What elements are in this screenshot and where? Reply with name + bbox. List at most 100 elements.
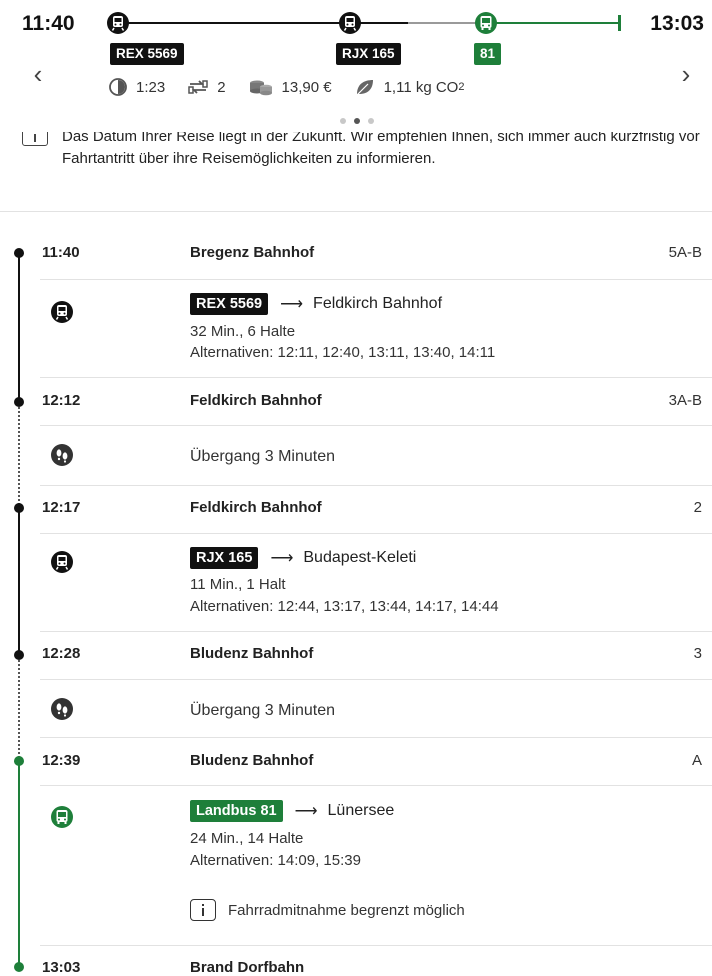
- timeline-line-rex: [18, 255, 20, 401]
- leg-row[interactable]: Landbus 81 ⟶ Lünersee 24 Min., 14 Halte …: [40, 786, 712, 946]
- coins-icon: [249, 80, 272, 96]
- journey-summary-header: 11:40 13:03 REX 5569 RJX 165 81 ‹ › 1:23…: [0, 0, 712, 132]
- stop-name: Feldkirch Bahnhof: [190, 392, 322, 409]
- route-segment-bus: [496, 22, 620, 24]
- transfer-row: Übergang 3 Minuten: [40, 426, 712, 486]
- stop-name: Feldkirch Bahnhof: [190, 499, 322, 516]
- stop-name: Bludenz Bahnhof: [190, 752, 314, 769]
- leg-badge[interactable]: RJX 165: [190, 547, 259, 569]
- co2-stat: 1,11 kg CO 2: [354, 77, 465, 97]
- leg-destination: Lünersee: [327, 802, 395, 819]
- leg-badge-rjx: RJX 165: [336, 43, 401, 65]
- leg-summary: 24 Min., 14 Halte: [190, 830, 304, 847]
- timeline-node: [14, 962, 24, 972]
- stop-name: Bregenz Bahnhof: [190, 244, 315, 261]
- bus-icon: [51, 806, 73, 828]
- timeline-line-bus: [18, 761, 20, 966]
- stop-row[interactable]: 12:17 Feldkirch Bahnhof 2: [40, 486, 712, 534]
- journey-stats: 1:23 2 13,90 € 1,11 kg CO 2: [108, 77, 486, 97]
- arrival-time: 13:03: [650, 12, 704, 35]
- stop-time: 12:28: [42, 645, 81, 662]
- stop-row[interactable]: 12:12 Feldkirch Bahnhof 3A-B: [40, 378, 712, 426]
- stop-platform: 3: [693, 645, 702, 662]
- price-value: 13,90 €: [281, 78, 332, 96]
- price-stat: 13,90 €: [248, 77, 332, 97]
- timeline-line-rjx: [18, 508, 20, 654]
- leg-alternatives: Alternativen: 12:11, 12:40, 13:11, 13:40…: [190, 344, 496, 361]
- stop-time: 12:39: [42, 752, 81, 769]
- direction-arrow: ⟶: [294, 803, 318, 820]
- bus-icon: [475, 12, 497, 34]
- direction-arrow: ⟶: [280, 296, 304, 313]
- pagination-dot[interactable]: [368, 118, 374, 124]
- leg-alternatives: Alternativen: 14:09, 15:39: [190, 852, 361, 869]
- departure-time: 11:40: [22, 12, 75, 35]
- pagination-dot-active[interactable]: [354, 118, 360, 124]
- stop-name: Brand Dorfbahn: [190, 959, 305, 976]
- carousel-pagination: [340, 118, 382, 124]
- route-end-marker: [618, 15, 621, 31]
- stop-row[interactable]: 12:28 Bludenz Bahnhof 3: [40, 632, 712, 680]
- train-icon: [51, 551, 73, 573]
- leg-alternatives: Alternativen: 12:44, 13:17, 13:44, 14:17…: [190, 598, 499, 615]
- leg-summary: 32 Min., 6 Halte: [190, 323, 296, 340]
- timeline-node: [14, 650, 24, 660]
- route-segment-transfer: [408, 22, 476, 24]
- leg-header: REX 5569 ⟶ Feldkirch Bahnhof: [190, 293, 442, 315]
- transfer-row: Übergang 3 Minuten: [40, 680, 712, 738]
- direction-arrow: ⟶: [270, 550, 294, 567]
- stop-platform: 2: [693, 499, 702, 516]
- info-icon: [190, 899, 216, 921]
- bike-notice: Fahrradmitnahme begrenzt möglich: [190, 899, 465, 921]
- leg-row[interactable]: RJX 165 ⟶ Budapest-Keleti 11 Min., 1 Hal…: [40, 534, 712, 632]
- stop-time: 12:12: [42, 392, 81, 409]
- stop-platform: 5A-B: [668, 244, 702, 261]
- train-icon: [51, 301, 73, 323]
- walking-icon: [51, 444, 73, 466]
- stop-platform: A: [691, 752, 702, 769]
- leg-header: RJX 165 ⟶ Budapest-Keleti: [190, 547, 416, 569]
- previous-connection-button[interactable]: ‹: [26, 60, 50, 88]
- stop-time: 11:40: [42, 244, 80, 261]
- stop-row[interactable]: 11:40 Bregenz Bahnhof 5A-B: [40, 228, 712, 280]
- changes-value: 2: [217, 78, 226, 96]
- leg-badge[interactable]: REX 5569: [190, 293, 269, 315]
- next-connection-button[interactable]: ›: [674, 60, 698, 88]
- leg-badge-bus: 81: [474, 43, 502, 65]
- leg-summary: 11 Min., 1 Halt: [190, 576, 286, 593]
- route-segment-rex: [128, 22, 340, 24]
- co2-subscript: 2: [458, 81, 465, 93]
- duration-value: 1:23: [136, 78, 166, 96]
- timeline-line-walk: [18, 657, 20, 761]
- leg-destination: Budapest-Keleti: [303, 549, 417, 566]
- timeline-node: [14, 756, 24, 766]
- stop-name: Bludenz Bahnhof: [190, 645, 314, 662]
- co2-value: 1,11 kg CO: [383, 78, 459, 96]
- info-icon: [22, 132, 48, 146]
- transfer-duration: Übergang 3 Minuten: [190, 702, 335, 719]
- stop-platform: 3A-B: [668, 392, 702, 409]
- notice-text: Das Datum Ihrer Reise liegt in der Zukun…: [62, 132, 700, 167]
- train-icon: [107, 12, 129, 34]
- train-icon: [339, 12, 361, 34]
- stop-row[interactable]: 12:39 Bludenz Bahnhof A: [40, 738, 712, 786]
- leg-destination: Feldkirch Bahnhof: [313, 295, 443, 312]
- timeline-node: [14, 248, 24, 258]
- leaf-icon: [356, 80, 373, 96]
- stop-time: 13:03: [42, 959, 81, 976]
- leg-row[interactable]: REX 5569 ⟶ Feldkirch Bahnhof 32 Min., 6 …: [40, 280, 712, 378]
- transfer-icon: [188, 80, 208, 94]
- timeline-line-walk: [18, 404, 20, 508]
- stop-time: 12:17: [42, 499, 81, 516]
- leg-header: Landbus 81 ⟶ Lünersee: [190, 800, 394, 822]
- timeline-node: [14, 503, 24, 513]
- transfer-duration: Übergang 3 Minuten: [190, 448, 335, 465]
- leg-badge[interactable]: Landbus 81: [190, 800, 283, 822]
- walking-icon: [51, 698, 73, 720]
- future-date-notice: Das Datum Ihrer Reise liegt in der Zukun…: [0, 132, 712, 212]
- stop-row[interactable]: 13:03 Brand Dorfbahn: [40, 946, 712, 976]
- timeline-node: [14, 397, 24, 407]
- changes-stat: 2: [187, 77, 226, 97]
- clock-icon: [109, 78, 127, 96]
- pagination-dot[interactable]: [340, 118, 346, 124]
